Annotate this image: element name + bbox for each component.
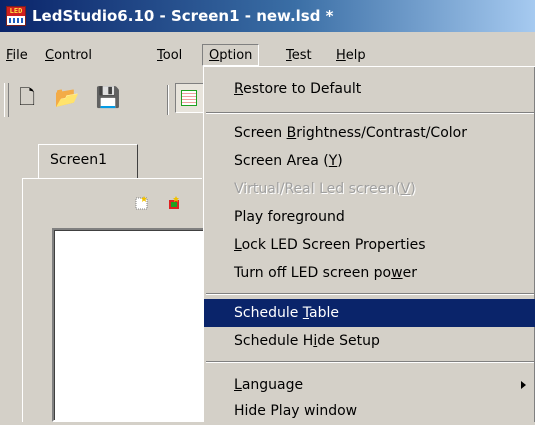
label-rest: de Setup [317, 333, 380, 349]
menu-help-accel: H [336, 48, 346, 63]
accel-r: R [234, 81, 244, 97]
tab-screen1-label: Screen1 [50, 152, 108, 168]
menu-separator [206, 293, 534, 295]
label-rest: rightness/Contrast/Color [296, 125, 467, 141]
tab-panel-top-border [22, 178, 202, 179]
label-rest: ock LED Screen Properties [241, 237, 426, 253]
submenu-arrow-icon [521, 381, 526, 389]
app-icon-text: LED [7, 7, 25, 16]
label-rest: ) [410, 181, 416, 197]
window-title: LedStudio6.10 - Screen1 - new.lsd * [32, 7, 334, 25]
menu-control-rest: ontrol [54, 48, 92, 63]
menu-tool-rest: ool [162, 48, 183, 63]
open-folder-icon[interactable]: 📂 [54, 84, 80, 110]
app-icon[interactable]: LED [6, 6, 26, 26]
menu-item-restore-default[interactable]: Restore to Default [204, 75, 535, 103]
screen-view-button[interactable] [175, 83, 205, 113]
toolbar: 🗋 📂 💾 [0, 79, 210, 121]
label-pre: Schedule [234, 305, 303, 321]
menu-item-lock-properties[interactable]: Lock LED Screen Properties [204, 231, 535, 259]
menu-test[interactable]: Test [286, 46, 312, 66]
menu-item-hide-play-window[interactable]: Hide Play window [204, 397, 535, 425]
menu-item-turn-off-power[interactable]: Turn off LED screen power [204, 259, 535, 287]
label-rest: ) [337, 153, 343, 169]
program-list-panel[interactable] [52, 228, 212, 422]
menu-option-rest: ption [219, 48, 253, 63]
accel-b: B [286, 125, 297, 141]
toolbar-separator [167, 85, 169, 115]
label-pre: Virtual/Real Led screen( [234, 181, 401, 197]
menu-help-rest: elp [345, 48, 366, 63]
menu-item-screen-area[interactable]: Screen Area (Y) [204, 147, 535, 175]
menu-item-brightness[interactable]: Screen Brightness/Contrast/Color [204, 119, 535, 147]
menu-separator [206, 361, 534, 363]
menu-tool[interactable]: Tool [157, 46, 182, 66]
accel-v: V [400, 181, 411, 197]
label-pre: Turn off LED screen po [234, 265, 392, 281]
label-pre: Schedule H [234, 333, 314, 349]
menu-bar: File Control Tool Option Test Help [0, 40, 535, 66]
save-icon[interactable]: 💾 [95, 84, 121, 110]
menu-option[interactable]: Option [202, 44, 260, 66]
label-rest: able [309, 305, 339, 321]
option-menu-dropdown: Restore to Default Screen Brightness/Con… [203, 66, 535, 422]
label-pre: Screen Area ( [234, 153, 329, 169]
menu-item-schedule-table[interactable]: Schedule Table [204, 299, 535, 327]
new-file-icon[interactable]: 🗋 [14, 84, 40, 110]
tab-panel-left-border [22, 178, 23, 422]
new-window-icon[interactable] [166, 195, 182, 211]
label-rest: er [402, 265, 417, 281]
accel-y: Y [328, 153, 338, 169]
menu-file[interactable]: File [6, 46, 28, 66]
menu-help[interactable]: Help [336, 46, 366, 66]
menu-option-accel: O [209, 48, 220, 63]
label-rest: estore to Default [243, 81, 362, 97]
accel-w: w [391, 265, 403, 281]
menu-separator [206, 112, 534, 114]
accel-l2: L [234, 377, 242, 393]
menu-file-rest: ile [12, 48, 28, 63]
label-pre: Screen [234, 125, 287, 141]
menu-item-play-foreground[interactable]: Play foreground [204, 203, 535, 231]
menu-item-schedule-hide[interactable]: Schedule Hide Setup [204, 327, 535, 355]
menu-control-accel: C [45, 48, 55, 63]
menu-item-language[interactable]: Language [204, 371, 535, 399]
accel-l: L [234, 237, 242, 253]
app-icon-grid [9, 18, 23, 23]
toolbar-grip[interactable] [4, 83, 9, 117]
new-program-icon[interactable] [134, 195, 150, 211]
menu-control[interactable]: Control [45, 46, 92, 66]
menu-test-rest: est [291, 48, 312, 63]
title-bar[interactable]: LED LedStudio6.10 - Screen1 - new.lsd * [0, 0, 535, 32]
grid-screen-icon [181, 90, 197, 106]
menu-item-virtual-real[interactable]: Virtual/Real Led screen(V) [204, 175, 535, 203]
label-rest: anguage [241, 377, 304, 393]
